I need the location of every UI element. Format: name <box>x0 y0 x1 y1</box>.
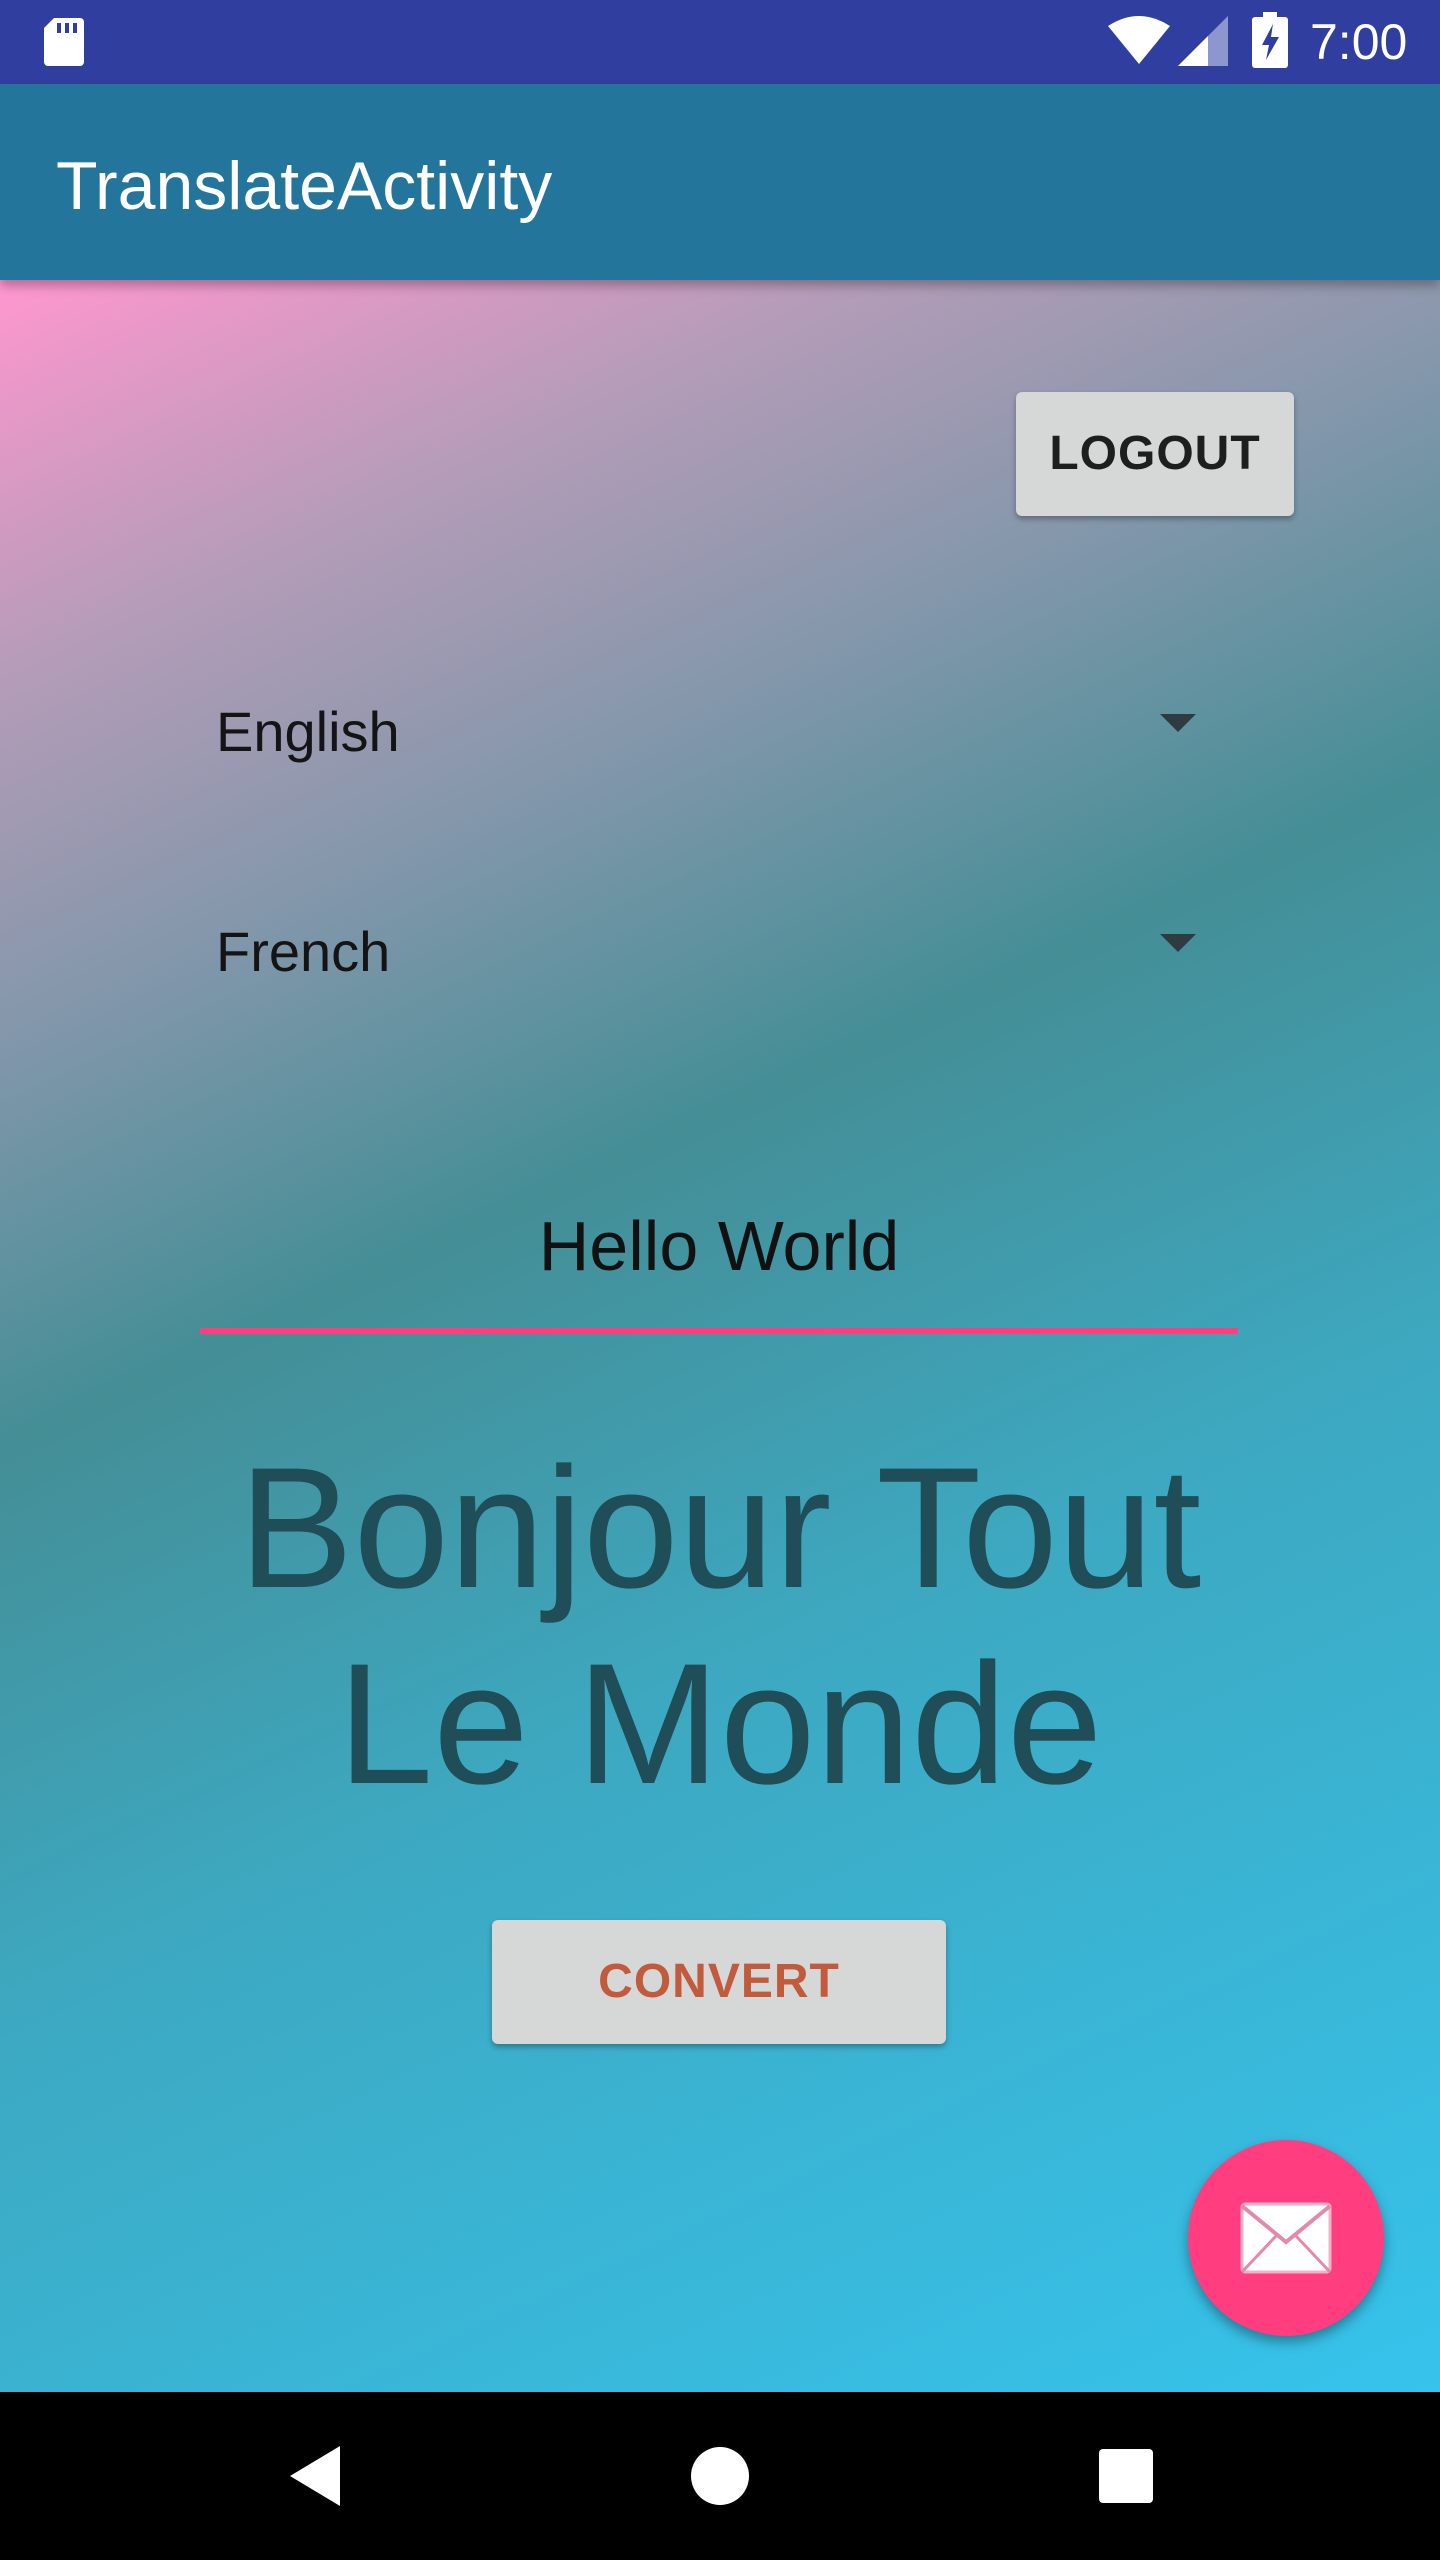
home-icon[interactable] <box>670 2426 770 2526</box>
logout-button[interactable]: LOGOUT <box>1016 392 1294 516</box>
app-title: TranslateActivity <box>56 148 553 224</box>
mail-icon <box>1240 2202 1332 2274</box>
app-bar: TranslateActivity <box>0 84 1440 280</box>
sd-card-icon <box>44 18 84 66</box>
dropdown-arrow-icon <box>1160 934 1196 952</box>
navigation-bar <box>0 2392 1440 2560</box>
wifi-icon <box>1108 16 1170 64</box>
source-language-value: English <box>216 700 400 763</box>
source-text-input[interactable] <box>200 1160 1238 1332</box>
cell-signal-icon <box>1178 16 1228 66</box>
input-underline <box>200 1328 1238 1334</box>
back-icon[interactable] <box>264 2426 364 2526</box>
target-language-spinner[interactable]: French <box>216 890 1196 1010</box>
dropdown-arrow-icon <box>1160 714 1196 732</box>
target-language-value: French <box>216 920 391 983</box>
status-bar: 7:00 <box>0 0 1440 84</box>
translate-content: LOGOUT English French Bonjour Tout Le Mo… <box>0 280 1440 2392</box>
phone-screen: 7:00 TranslateActivity LOGOUT English Fr… <box>0 0 1440 2560</box>
source-text-field <box>200 1160 1238 1340</box>
recents-icon[interactable] <box>1076 2426 1176 2526</box>
status-clock: 7:00 <box>1310 14 1408 70</box>
source-language-spinner[interactable]: English <box>216 670 1196 790</box>
translated-text: Bonjour Tout Le Monde <box>238 1432 1202 1820</box>
convert-button[interactable]: CONVERT <box>492 1920 946 2044</box>
battery-charging-icon <box>1252 12 1288 68</box>
mail-fab-button[interactable] <box>1188 2140 1384 2336</box>
